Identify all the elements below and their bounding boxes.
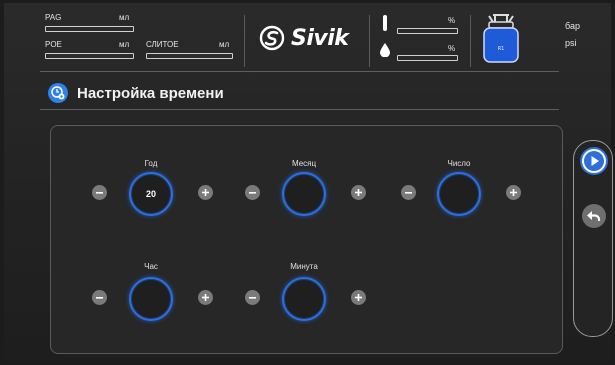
back-button[interactable]	[582, 204, 606, 228]
day-value-dial[interactable]	[437, 172, 481, 216]
brand-mark-icon	[259, 25, 285, 51]
back-arrow-icon	[587, 211, 601, 221]
month-value-dial[interactable]	[282, 172, 326, 216]
plus-icon	[202, 294, 209, 301]
drain-label: СЛИТОЕ	[146, 40, 179, 49]
header-divider	[369, 15, 370, 67]
pressure-unit-psi: psi	[565, 38, 577, 48]
time-settings-panel: Год 20 Месяц Число Час Минута	[50, 125, 563, 354]
drop-icon	[380, 43, 390, 57]
day-increment-button[interactable]	[506, 185, 521, 200]
play-icon	[584, 151, 604, 171]
day-label: Число	[447, 159, 471, 168]
minute-decrement-button[interactable]	[245, 290, 260, 305]
drain-unit: мл	[219, 40, 230, 49]
year-value-dial[interactable]: 20	[129, 172, 173, 216]
minus-icon	[96, 297, 103, 299]
title-separator	[40, 109, 559, 110]
minute-label: Минута	[290, 262, 318, 271]
plus-icon	[355, 294, 362, 301]
month-decrement-button[interactable]	[245, 185, 260, 200]
poe-unit: мл	[119, 40, 130, 49]
bar-level-icon	[383, 15, 387, 31]
month-increment-button[interactable]	[351, 185, 366, 200]
header-divider	[470, 15, 471, 67]
hour-increment-button[interactable]	[198, 290, 213, 305]
pag-level-bar	[45, 26, 134, 32]
brand-name: Sivik	[291, 25, 349, 51]
page-title-bar: Настройка времени	[48, 83, 224, 103]
year-label: Год	[144, 159, 158, 168]
minus-icon	[249, 192, 256, 194]
level1-bar	[397, 28, 458, 34]
header-divider	[244, 15, 245, 67]
screen: PAG мл POE мл СЛИТОЕ мл Sivik % % R1 бар…	[4, 3, 613, 361]
refrigerant-tank-icon: R1	[483, 14, 519, 63]
level2-bar	[397, 55, 458, 61]
minus-icon	[249, 297, 256, 299]
year-increment-button[interactable]	[198, 185, 213, 200]
clock-settings-icon	[48, 83, 68, 103]
level1-unit: %	[448, 16, 456, 25]
year-decrement-button[interactable]	[92, 185, 107, 200]
level2-unit: %	[448, 44, 456, 53]
pressure-unit-bar: бар	[565, 21, 580, 31]
minute-increment-button[interactable]	[351, 290, 366, 305]
plus-icon	[510, 189, 517, 196]
plus-icon	[355, 189, 362, 196]
plus-icon	[202, 189, 209, 196]
minute-value-dial[interactable]	[282, 277, 326, 321]
brand-logo: Sivik	[259, 25, 349, 51]
next-button[interactable]	[582, 149, 606, 173]
hour-decrement-button[interactable]	[92, 290, 107, 305]
minus-icon	[405, 192, 412, 194]
poe-level-bar	[45, 53, 134, 59]
poe-label: POE	[45, 40, 62, 49]
pag-unit: мл	[119, 13, 130, 22]
hour-value-dial[interactable]	[129, 277, 173, 321]
drain-level-bar	[146, 53, 233, 59]
month-label: Месяц	[291, 159, 317, 168]
side-navigation	[573, 140, 613, 337]
page-title: Настройка времени	[77, 84, 224, 102]
header-separator	[40, 71, 559, 72]
day-decrement-button[interactable]	[401, 185, 416, 200]
hour-label: Час	[144, 262, 158, 271]
minus-icon	[96, 192, 103, 194]
tank-label: R1	[498, 46, 505, 52]
pag-label: PAG	[45, 13, 62, 22]
